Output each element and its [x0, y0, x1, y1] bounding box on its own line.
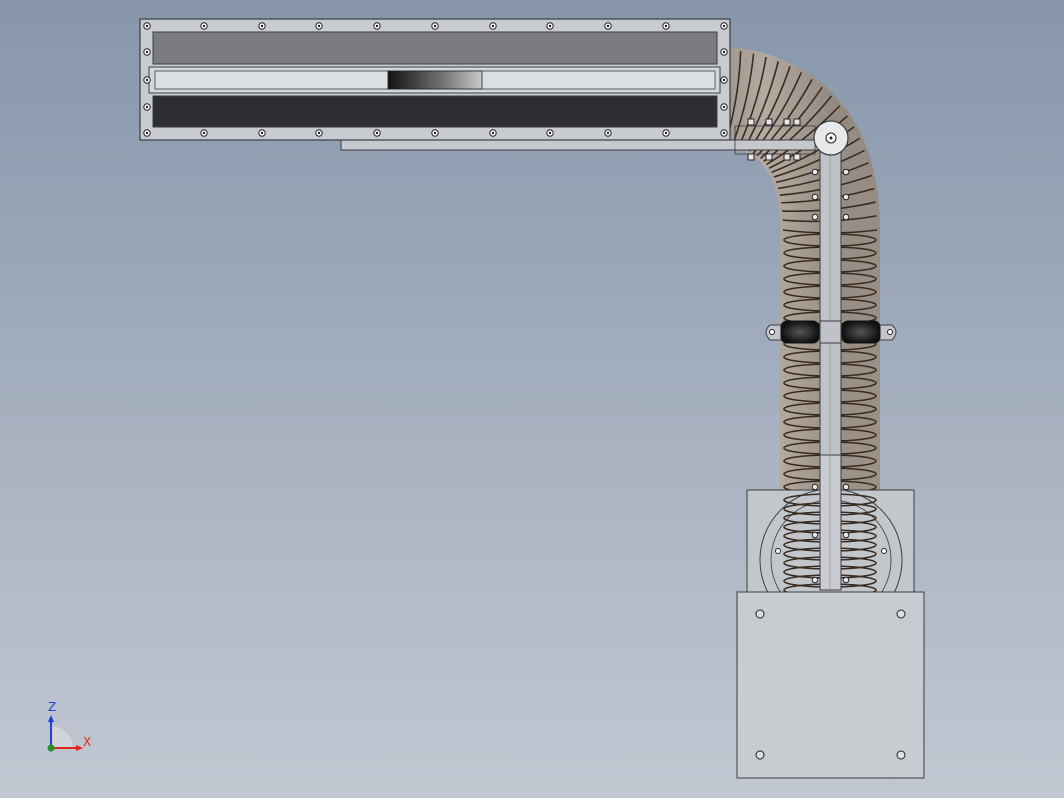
bolt-icon — [842, 193, 850, 201]
flange-bolt-hole — [775, 548, 781, 554]
bolt-icon — [783, 118, 791, 126]
bolt-icon — [842, 213, 850, 221]
screw-icon — [604, 22, 612, 30]
base-bolt-hole — [755, 609, 765, 619]
suction-hood-panel — [139, 18, 731, 141]
x-axis-label: X — [83, 735, 91, 749]
bolt-icon — [811, 168, 819, 176]
screw-icon — [258, 22, 266, 30]
screw-icon — [143, 129, 151, 137]
bolt-icon — [783, 153, 791, 161]
screw-icon — [143, 48, 151, 56]
bolt-icon — [811, 213, 819, 221]
orientation-triad: Z X — [47, 700, 91, 752]
screw-icon — [720, 48, 728, 56]
screw-icon — [315, 22, 323, 30]
cad-viewport[interactable]: Z X — [0, 0, 1064, 798]
bolt-icon — [811, 576, 819, 584]
z-axis-label: Z — [48, 700, 56, 714]
base-bolt-hole — [755, 750, 765, 760]
screw-icon — [720, 129, 728, 137]
screw-icon — [720, 76, 728, 84]
screw-icon — [489, 129, 497, 137]
screw-icon — [662, 129, 670, 137]
y-axis-dot-icon — [47, 744, 55, 752]
screw-icon — [546, 22, 554, 30]
base-bolt-hole — [896, 750, 906, 760]
screw-icon — [546, 129, 554, 137]
base-bolt-hole — [896, 609, 906, 619]
bolt-icon — [842, 483, 850, 491]
bolt-icon — [811, 193, 819, 201]
screw-icon — [489, 22, 497, 30]
base-plate — [736, 591, 925, 779]
screw-icon — [431, 22, 439, 30]
screw-icon — [143, 103, 151, 111]
screw-icon — [200, 22, 208, 30]
screw-icon — [143, 22, 151, 30]
flange-bolt-hole — [881, 548, 887, 554]
bolt-icon — [793, 153, 801, 161]
screw-icon — [604, 129, 612, 137]
screw-icon — [720, 22, 728, 30]
bolt-icon — [747, 153, 755, 161]
bolt-icon — [793, 118, 801, 126]
screw-icon — [720, 103, 728, 111]
hose-clamp — [765, 320, 897, 344]
screw-icon — [431, 129, 439, 137]
bolt-icon — [811, 531, 819, 539]
screw-icon — [373, 22, 381, 30]
screw-icon — [143, 76, 151, 84]
screw-icon — [258, 129, 266, 137]
pivot-joint — [813, 120, 849, 156]
screw-icon — [200, 129, 208, 137]
bolt-icon — [747, 118, 755, 126]
screw-icon — [662, 22, 670, 30]
bolt-icon — [765, 118, 773, 126]
bolt-icon — [765, 153, 773, 161]
damper-slider — [387, 70, 483, 90]
bolt-icon — [842, 531, 850, 539]
screw-icon — [373, 129, 381, 137]
screw-icon — [315, 129, 323, 137]
bolt-icon — [842, 576, 850, 584]
bolt-icon — [811, 483, 819, 491]
model-view[interactable] — [0, 0, 1064, 798]
bolt-icon — [842, 168, 850, 176]
